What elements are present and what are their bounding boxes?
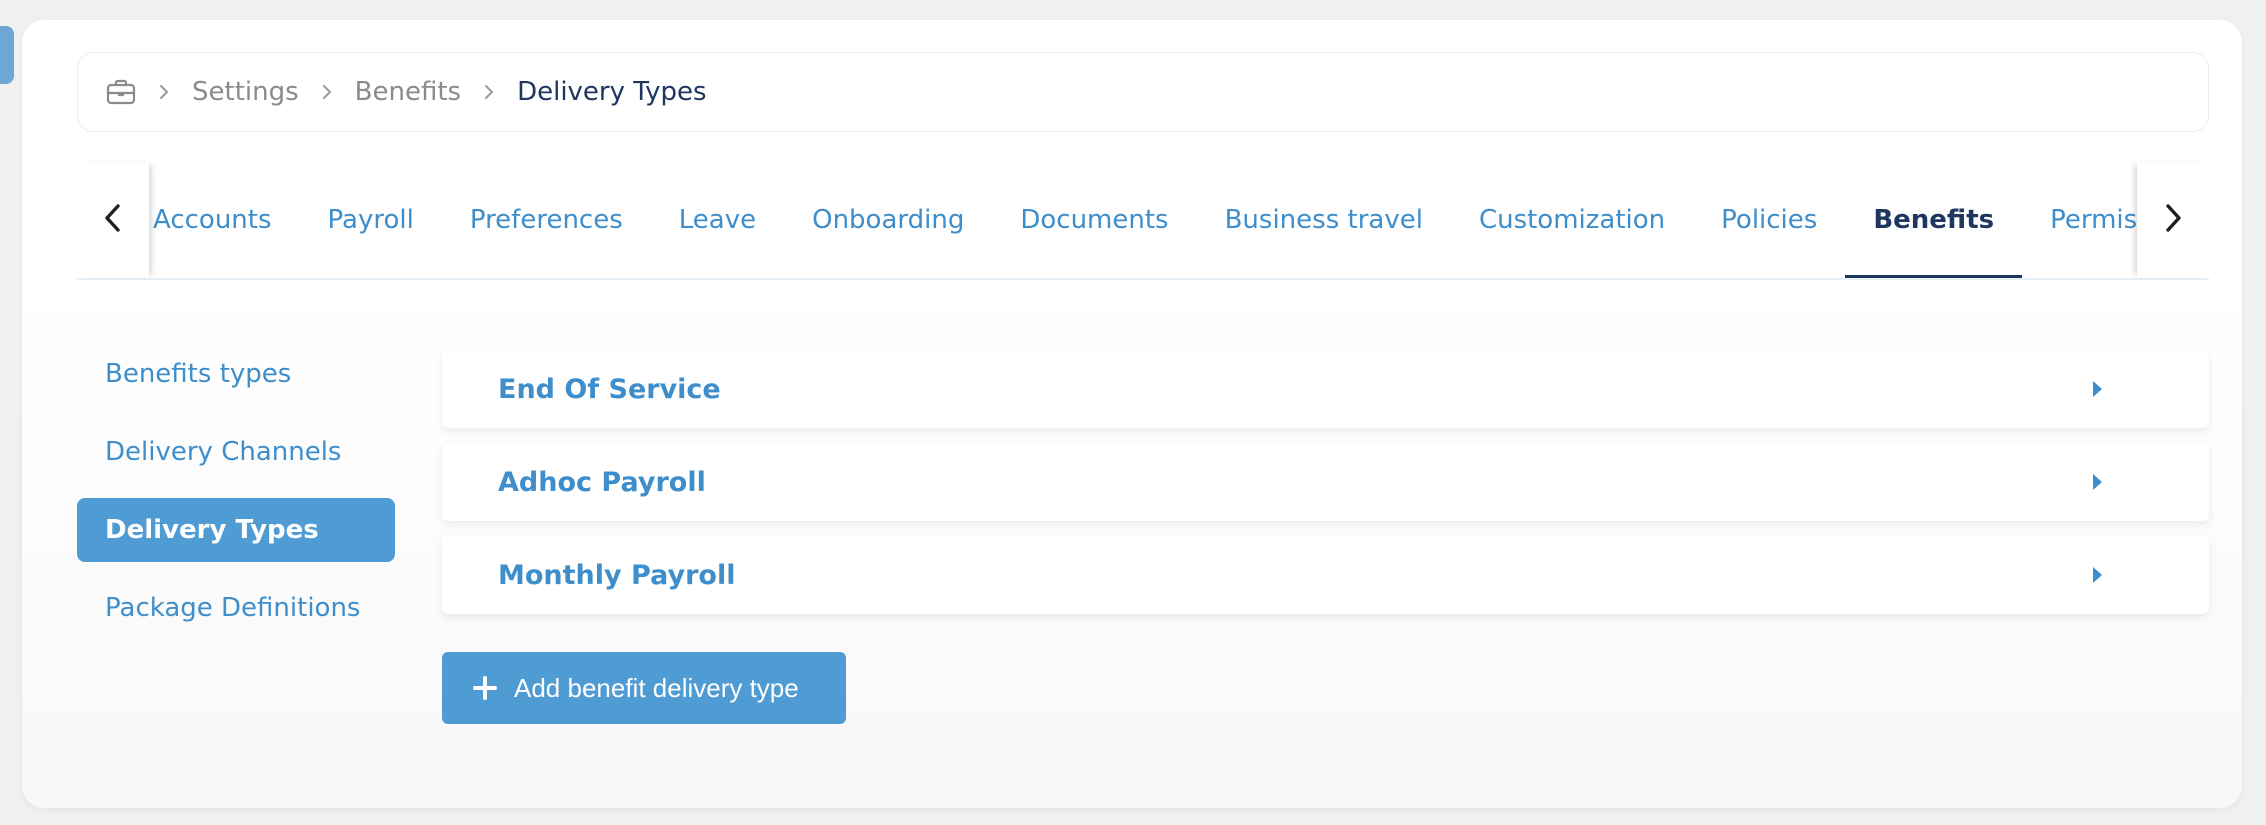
delivery-type-monthly-payroll[interactable]: Monthly Payroll bbox=[442, 536, 2209, 614]
tab-policies[interactable]: Policies bbox=[1693, 162, 1845, 278]
tabs-viewport[interactable]: Accounts Payroll Preferences Leave Onboa… bbox=[149, 162, 2137, 278]
breadcrumb-current: Delivery Types bbox=[517, 77, 707, 107]
tabs-next-button[interactable] bbox=[2137, 162, 2209, 278]
settings-tabs: Accounts Payroll Preferences Leave Onboa… bbox=[77, 162, 2209, 280]
caret-right-icon bbox=[2089, 379, 2105, 399]
edge-tab[interactable] bbox=[0, 26, 14, 84]
tab-documents[interactable]: Documents bbox=[992, 162, 1196, 278]
caret-right-icon bbox=[2089, 565, 2105, 585]
sidebar-item-package-definitions[interactable]: Package Definitions bbox=[77, 576, 395, 640]
breadcrumb: Settings Benefits Delivery Types bbox=[77, 52, 2209, 132]
breadcrumb-settings[interactable]: Settings bbox=[192, 77, 299, 107]
tab-permissions[interactable]: Permissions bbox=[2022, 162, 2137, 278]
settings-card: Settings Benefits Delivery Types Account… bbox=[22, 20, 2242, 808]
tab-leave[interactable]: Leave bbox=[651, 162, 784, 278]
tabs-strip: Accounts Payroll Preferences Leave Onboa… bbox=[149, 162, 2137, 278]
chevron-right-icon bbox=[317, 82, 337, 102]
chevron-right-icon bbox=[2164, 203, 2182, 237]
plus-icon bbox=[472, 675, 498, 701]
delivery-type-label: End Of Service bbox=[498, 373, 721, 405]
sidebar-item-delivery-channels[interactable]: Delivery Channels bbox=[77, 420, 395, 484]
add-button-label: Add benefit delivery type bbox=[514, 672, 799, 703]
tab-benefits[interactable]: Benefits bbox=[1845, 162, 2022, 278]
tab-accounts[interactable]: Accounts bbox=[149, 162, 300, 278]
tab-payroll[interactable]: Payroll bbox=[300, 162, 442, 278]
delivery-types-list: End Of Service Adhoc Payroll Monthly Pay… bbox=[442, 350, 2209, 629]
briefcase-icon[interactable] bbox=[106, 77, 136, 107]
chevron-right-icon bbox=[479, 82, 499, 102]
tab-business-travel[interactable]: Business travel bbox=[1197, 162, 1451, 278]
breadcrumb-benefits[interactable]: Benefits bbox=[355, 77, 461, 107]
chevron-left-icon bbox=[104, 203, 122, 237]
tab-onboarding[interactable]: Onboarding bbox=[784, 162, 992, 278]
chevron-right-icon bbox=[154, 82, 174, 102]
sidebar-item-delivery-types[interactable]: Delivery Types bbox=[77, 498, 395, 562]
delivery-type-end-of-service[interactable]: End Of Service bbox=[442, 350, 2209, 428]
delivery-type-label: Adhoc Payroll bbox=[498, 466, 706, 498]
delivery-type-label: Monthly Payroll bbox=[498, 559, 736, 591]
add-benefit-delivery-type-button[interactable]: Add benefit delivery type bbox=[442, 652, 846, 724]
sidebar-item-benefits-types[interactable]: Benefits types bbox=[77, 342, 395, 406]
tab-customization[interactable]: Customization bbox=[1451, 162, 1693, 278]
tabs-prev-button[interactable] bbox=[77, 162, 149, 278]
benefits-side-nav: Benefits types Delivery Channels Deliver… bbox=[77, 342, 395, 654]
caret-right-icon bbox=[2089, 472, 2105, 492]
delivery-type-adhoc-payroll[interactable]: Adhoc Payroll bbox=[442, 443, 2209, 521]
tab-preferences[interactable]: Preferences bbox=[442, 162, 651, 278]
